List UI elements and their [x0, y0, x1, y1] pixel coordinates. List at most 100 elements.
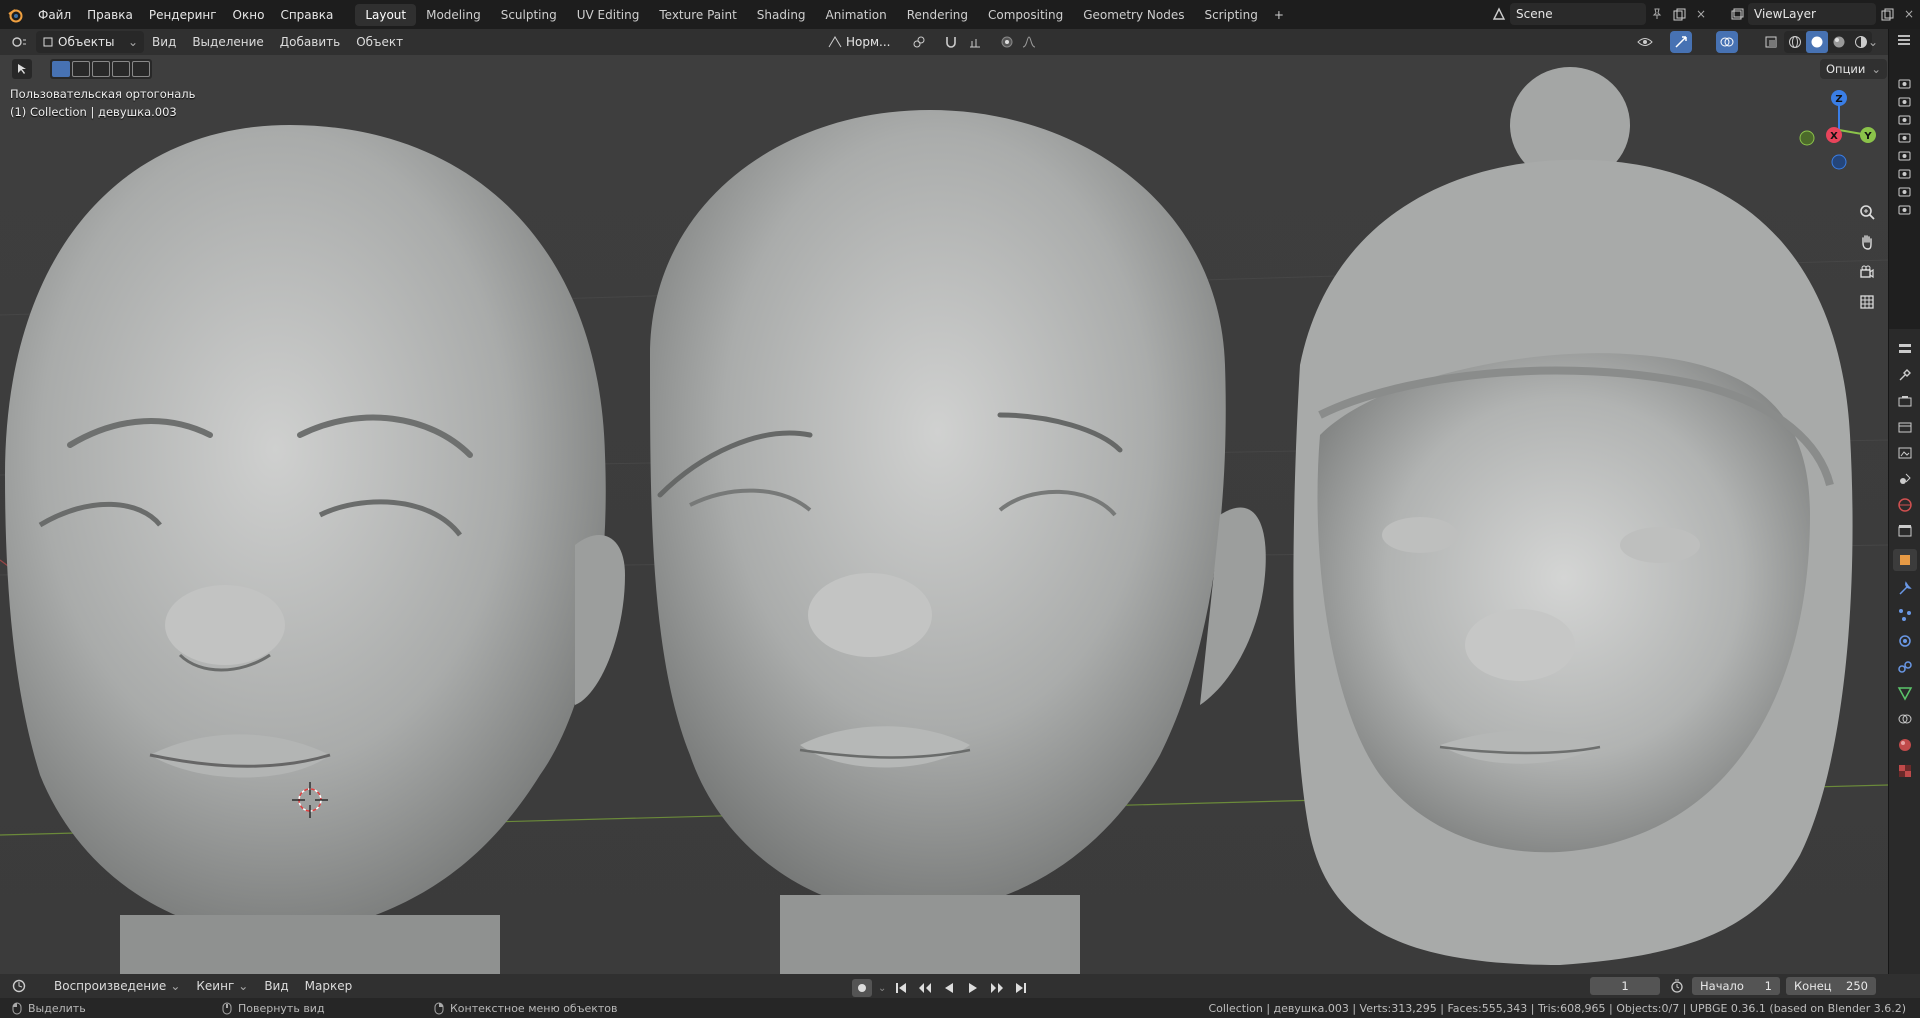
select-new-icon[interactable] — [52, 61, 70, 77]
chevron-down-icon[interactable]: ⌄ — [878, 983, 886, 994]
data-properties-icon[interactable] — [1897, 685, 1913, 701]
shader-fx-icon[interactable] — [1897, 711, 1913, 727]
tab-layout[interactable]: Layout — [355, 3, 417, 26]
camera-visibility-icon[interactable] — [1898, 113, 1911, 125]
play-icon[interactable] — [964, 977, 982, 999]
tab-scripting[interactable]: Scripting — [1194, 4, 1267, 26]
scene-properties-icon[interactable] — [1897, 471, 1913, 487]
select-extend-icon[interactable] — [72, 61, 90, 77]
tab-modeling[interactable]: Modeling — [416, 4, 491, 26]
menu-view[interactable]: Вид — [144, 31, 184, 53]
menu-object[interactable]: Объект — [348, 31, 411, 53]
snap-target-icon[interactable] — [964, 31, 986, 53]
select-tool-icon[interactable] — [12, 59, 32, 79]
menu-help[interactable]: Справка — [272, 4, 341, 26]
preview-range-icon[interactable] — [1666, 975, 1688, 997]
object-properties-tab[interactable] — [1893, 549, 1917, 571]
zoom-icon[interactable] — [1854, 199, 1880, 225]
ortho-grid-icon[interactable] — [1854, 289, 1880, 315]
camera-visibility-icon[interactable] — [1898, 185, 1911, 197]
tab-shading[interactable]: Shading — [747, 4, 816, 26]
outliner-editor-icon[interactable] — [1897, 33, 1911, 50]
wireframe-shading-icon[interactable] — [1784, 31, 1806, 53]
tab-rendering[interactable]: Rendering — [897, 4, 978, 26]
modifier-properties-icon[interactable] — [1897, 581, 1913, 597]
viewport-canvas[interactable]: Пользовательская ортогональ (1) Collecti… — [0, 55, 1888, 974]
editor-type-icon[interactable] — [8, 31, 30, 53]
tab-uv-editing[interactable]: UV Editing — [567, 4, 650, 26]
blender-logo-icon[interactable] — [0, 0, 30, 29]
material-properties-icon[interactable] — [1897, 737, 1913, 753]
snap-icon[interactable] — [940, 31, 962, 53]
pivot-icon[interactable] — [908, 31, 930, 53]
proportional-edit-icon[interactable] — [996, 31, 1018, 53]
camera-visibility-icon[interactable] — [1898, 167, 1911, 179]
menu-edit[interactable]: Правка — [79, 4, 141, 26]
output-properties-icon[interactable] — [1897, 419, 1913, 435]
record-icon[interactable] — [852, 979, 872, 997]
current-frame-field[interactable]: 1 — [1590, 977, 1660, 995]
close-view-layer-icon[interactable]: × — [1898, 3, 1920, 25]
jump-end-icon[interactable] — [1012, 977, 1030, 999]
pin-icon[interactable] — [1646, 3, 1668, 25]
falloff-icon[interactable] — [1018, 31, 1040, 53]
tab-compositing[interactable]: Compositing — [978, 4, 1073, 26]
jump-start-icon[interactable] — [892, 977, 910, 999]
overlays-toggle-icon[interactable] — [1716, 31, 1738, 53]
jump-keyframe-back-icon[interactable] — [916, 977, 934, 999]
gizmo-toggle-icon[interactable] — [1670, 31, 1692, 53]
close-scene-icon[interactable]: × — [1690, 3, 1712, 25]
physics-properties-icon[interactable] — [1897, 633, 1913, 649]
select-subtract-icon[interactable] — [92, 61, 110, 77]
new-scene-icon[interactable] — [1668, 3, 1690, 25]
camera-visibility-icon[interactable] — [1898, 95, 1911, 107]
transform-orientation-dropdown[interactable]: Норм... — [822, 31, 898, 53]
gizmo-neg-y-axis[interactable] — [1799, 130, 1815, 146]
pan-hand-icon[interactable] — [1854, 229, 1880, 255]
play-reverse-icon[interactable] — [940, 977, 958, 999]
camera-visibility-icon[interactable] — [1898, 77, 1911, 89]
menu-add[interactable]: Добавить — [272, 31, 348, 53]
menu-render[interactable]: Рендеринг — [141, 4, 225, 26]
world-properties-icon[interactable] — [1897, 497, 1913, 513]
select-invert-icon[interactable] — [112, 61, 130, 77]
view-layer-properties-icon[interactable] — [1897, 445, 1913, 461]
camera-visibility-icon[interactable] — [1898, 203, 1911, 215]
camera-visibility-icon[interactable] — [1898, 131, 1911, 143]
camera-visibility-icon[interactable] — [1898, 149, 1911, 161]
navigation-gizmo[interactable]: Z Y X — [1794, 85, 1884, 175]
menu-file[interactable]: Файл — [30, 4, 79, 26]
tab-geometry-nodes[interactable]: Geometry Nodes — [1073, 4, 1194, 26]
jump-keyframe-forward-icon[interactable] — [988, 977, 1006, 999]
keying-menu[interactable]: Кеинг ⌄ — [188, 975, 256, 997]
collection-properties-icon[interactable] — [1897, 523, 1913, 539]
timeline-editor-icon[interactable] — [8, 975, 30, 997]
xray-icon[interactable] — [1760, 31, 1782, 53]
particles-properties-icon[interactable] — [1897, 607, 1913, 623]
gizmo-neg-z-axis[interactable] — [1831, 154, 1847, 170]
view-layer-icon[interactable] — [1726, 3, 1748, 25]
tab-sculpting[interactable]: Sculpting — [491, 4, 567, 26]
new-view-layer-icon[interactable] — [1876, 3, 1898, 25]
end-frame-field[interactable]: Конец 250 — [1786, 977, 1876, 995]
scene-icon[interactable] — [1488, 3, 1510, 25]
render-properties-icon[interactable] — [1897, 393, 1913, 409]
timeline-view-menu[interactable]: Вид — [256, 975, 296, 997]
shading-options-chevron-icon[interactable]: ⌄ — [1862, 31, 1884, 53]
menu-select[interactable]: Выделение — [184, 31, 271, 53]
options-dropdown[interactable]: Опции ⌄ — [1820, 59, 1887, 79]
select-intersect-icon[interactable] — [132, 61, 150, 77]
constraint-properties-icon[interactable] — [1897, 659, 1913, 675]
tab-texture-paint[interactable]: Texture Paint — [649, 4, 746, 26]
marker-menu[interactable]: Маркер — [297, 975, 361, 997]
visibility-eye-icon[interactable] — [1634, 31, 1656, 53]
menu-window[interactable]: Окно — [225, 4, 273, 26]
add-workspace-button[interactable]: + — [1268, 4, 1290, 26]
camera-view-icon[interactable] — [1854, 259, 1880, 285]
material-shading-icon[interactable] — [1828, 31, 1850, 53]
playback-menu[interactable]: Воспроизведение ⌄ — [46, 975, 188, 997]
solid-shading-icon[interactable] — [1806, 31, 1828, 53]
tab-animation[interactable]: Animation — [816, 4, 897, 26]
mode-dropdown[interactable]: Объекты ⌄ — [36, 31, 144, 53]
scene-name-field[interactable]: Scene — [1510, 3, 1646, 25]
